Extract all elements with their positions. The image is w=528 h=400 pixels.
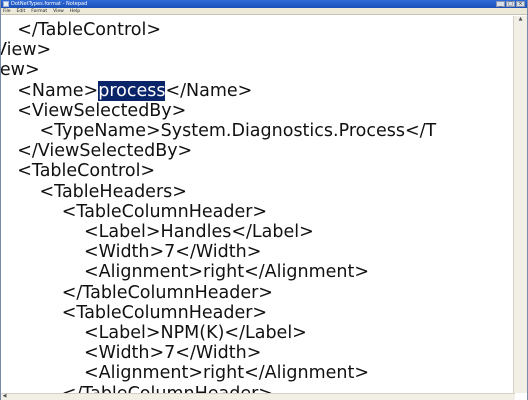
- menu-bar: File Edit Format View Help: [1, 8, 527, 15]
- menu-format[interactable]: Format: [31, 8, 47, 15]
- vertical-scrollbar[interactable]: ▲: [513, 16, 527, 393]
- menu-help[interactable]: Help: [70, 8, 80, 15]
- menu-edit[interactable]: Edit: [17, 8, 26, 15]
- menu-file[interactable]: File: [3, 8, 11, 15]
- horizontal-scrollbar[interactable]: ◀: [1, 393, 515, 400]
- scroll-left-arrow-icon[interactable]: ◀: [1, 393, 8, 400]
- selected-text[interactable]: process: [98, 80, 166, 101]
- close-button[interactable]: ×: [516, 1, 525, 7]
- notepad-icon: [3, 1, 9, 7]
- minimize-button[interactable]: _: [496, 1, 505, 7]
- menu-view[interactable]: View: [53, 8, 64, 15]
- text-editor-area[interactable]: </TableControl>View>iew> <Name>process</…: [1, 16, 515, 393]
- text-line[interactable]: </TableColumnHeader>: [1, 382, 273, 393]
- text-after-selection: </Name>: [165, 80, 253, 101]
- notepad-window: DotNetTypes.format - Notepad _ □ × File …: [0, 0, 528, 400]
- window-controls: _ □ ×: [496, 0, 525, 8]
- maximize-button[interactable]: □: [506, 1, 515, 7]
- scroll-up-arrow-icon[interactable]: ▲: [517, 16, 524, 23]
- text-before-selection: <Name>: [1, 80, 99, 101]
